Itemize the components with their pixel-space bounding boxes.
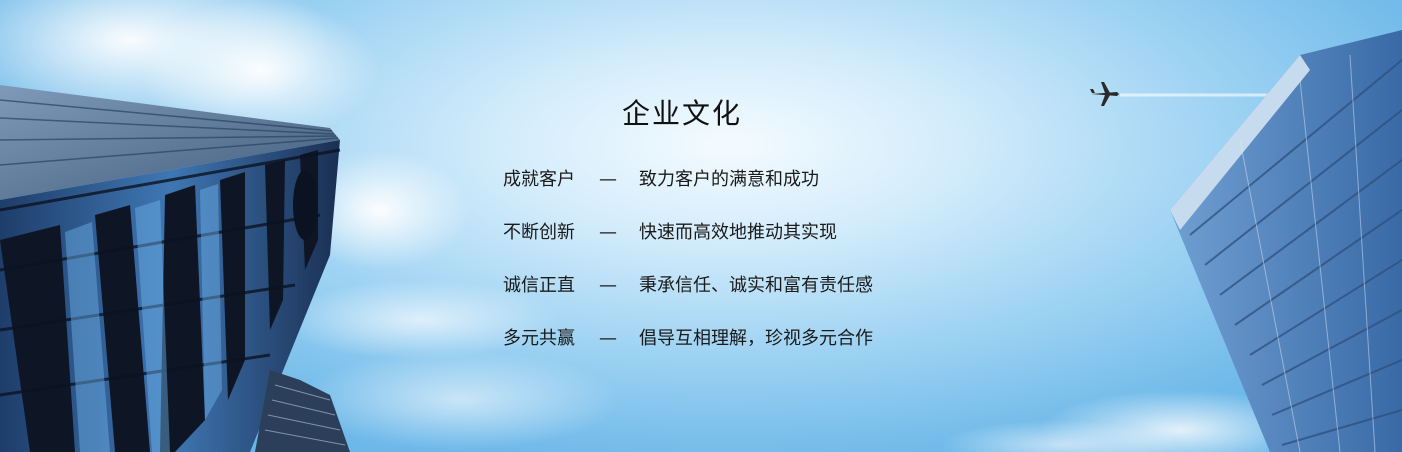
value-item: 诚信正直 — 秉承信任、诚实和富有责任感 xyxy=(503,274,873,327)
right-skyscraper xyxy=(1170,30,1402,452)
left-skyscraper xyxy=(0,85,350,452)
value-item: 不断创新 — 快速而高效地推动其实现 xyxy=(503,221,873,274)
value-key: 成就客户 xyxy=(503,169,575,190)
value-dash: — xyxy=(599,222,617,243)
value-dash: — xyxy=(599,328,617,349)
value-dash: — xyxy=(599,169,617,190)
value-desc: 致力客户的满意和成功 xyxy=(639,169,819,190)
value-key: 不断创新 xyxy=(503,222,575,243)
value-desc: 倡导互相理解，珍视多元合作 xyxy=(639,328,873,349)
value-item: 多元共赢 — 倡导互相理解，珍视多元合作 xyxy=(503,327,873,380)
value-key: 诚信正直 xyxy=(503,275,575,296)
values-list: 成就客户 — 致力客户的满意和成功 不断创新 — 快速而高效地推动其实现 诚信正直 — 秉承… xyxy=(503,168,873,380)
value-key: 多元共赢 xyxy=(503,328,575,349)
value-dash: — xyxy=(599,275,617,296)
airplane-icon xyxy=(1090,82,1119,106)
culture-banner: 企业文化 成就客户 — 致力客户的满意和成功 不断创新 — 快速而高效地推动其实现 诚信… xyxy=(0,0,1402,452)
value-item: 成就客户 — 致力客户的满意和成功 xyxy=(503,168,873,221)
section-title: 企业文化 xyxy=(622,97,743,130)
value-desc: 秉承信任、诚实和富有责任感 xyxy=(639,275,873,296)
value-desc: 快速而高效地推动其实现 xyxy=(639,222,837,243)
